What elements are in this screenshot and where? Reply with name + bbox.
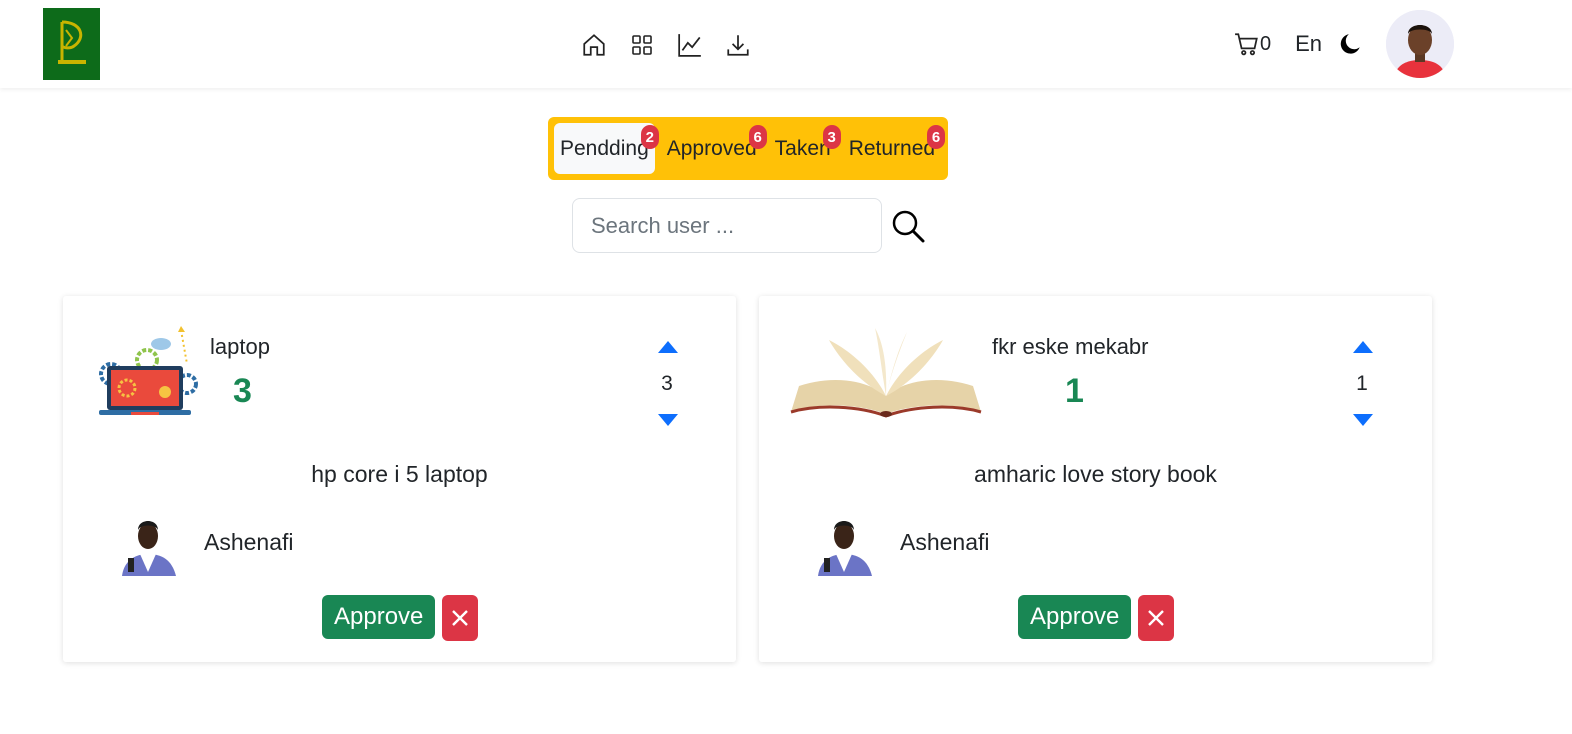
tab-returned[interactable]: Returned 6 [843,123,946,174]
request-card: laptop 3 3 hp core i 5 laptop Ashenafi A… [63,296,736,662]
item-description: amharic love story book [974,461,1217,487]
top-navbar: 0 En [0,0,1572,88]
laptop-image [95,324,199,420]
item-count: 3 [233,372,252,410]
item-title: fkr eske mekabr [992,334,1149,359]
item-description: hp core i 5 laptop [311,461,488,487]
item-title: laptop [210,334,270,359]
quantity-value: 3 [661,372,673,395]
language-toggle[interactable]: En [1295,31,1322,57]
book-image [789,326,983,418]
quantity-value: 1 [1356,372,1368,395]
tab-label: Pendding [560,136,649,160]
request-card: fkr eske mekabr 1 1 amharic love story b… [759,296,1432,662]
cart-button[interactable]: 0 [1234,31,1271,57]
user-avatar[interactable] [1386,10,1455,78]
grid-icon[interactable] [628,30,656,60]
tab-label: Approved [666,136,757,160]
caret-down-icon[interactable] [1352,413,1374,427]
count-badge: 2 [640,125,659,149]
requester-avatar [814,514,874,576]
search-icon [892,210,925,243]
logo-icon [57,20,86,64]
approve-button[interactable]: Approve [1018,595,1132,639]
count-badge: 6 [748,125,767,149]
requester-name: Ashenafi [204,529,294,555]
caret-up-icon[interactable] [657,340,679,354]
cart-count: 0 [1260,32,1272,55]
count-badge: 3 [822,125,841,149]
tab-taken[interactable]: Taken 3 [769,123,841,174]
status-tabs: Pendding 2 Approved 6 Taken 3 Returned 6 [548,117,948,180]
reject-button[interactable] [442,595,478,641]
caret-down-icon[interactable] [657,413,679,427]
close-icon [1148,610,1164,626]
search-button[interactable] [890,208,926,244]
requester-name: Ashenafi [900,529,990,555]
approve-button[interactable]: Approve [322,595,436,639]
brand-logo[interactable] [43,8,100,80]
reject-button[interactable] [1138,595,1174,641]
search-input[interactable] [572,198,882,253]
moon-icon [1340,34,1360,54]
dark-mode-toggle[interactable] [1338,31,1364,57]
tab-pending[interactable]: Pendding 2 [554,123,659,174]
close-icon [452,610,468,626]
chart-icon[interactable] [676,30,704,60]
tab-approved[interactable]: Approved 6 [661,123,767,174]
tab-label: Returned [848,136,936,160]
cart-icon [1235,33,1258,56]
download-icon[interactable] [724,30,752,60]
requester-avatar [118,514,178,576]
caret-up-icon[interactable] [1352,340,1374,354]
count-badge: 6 [927,125,946,149]
item-count: 1 [1065,372,1084,410]
home-icon[interactable] [580,30,608,60]
